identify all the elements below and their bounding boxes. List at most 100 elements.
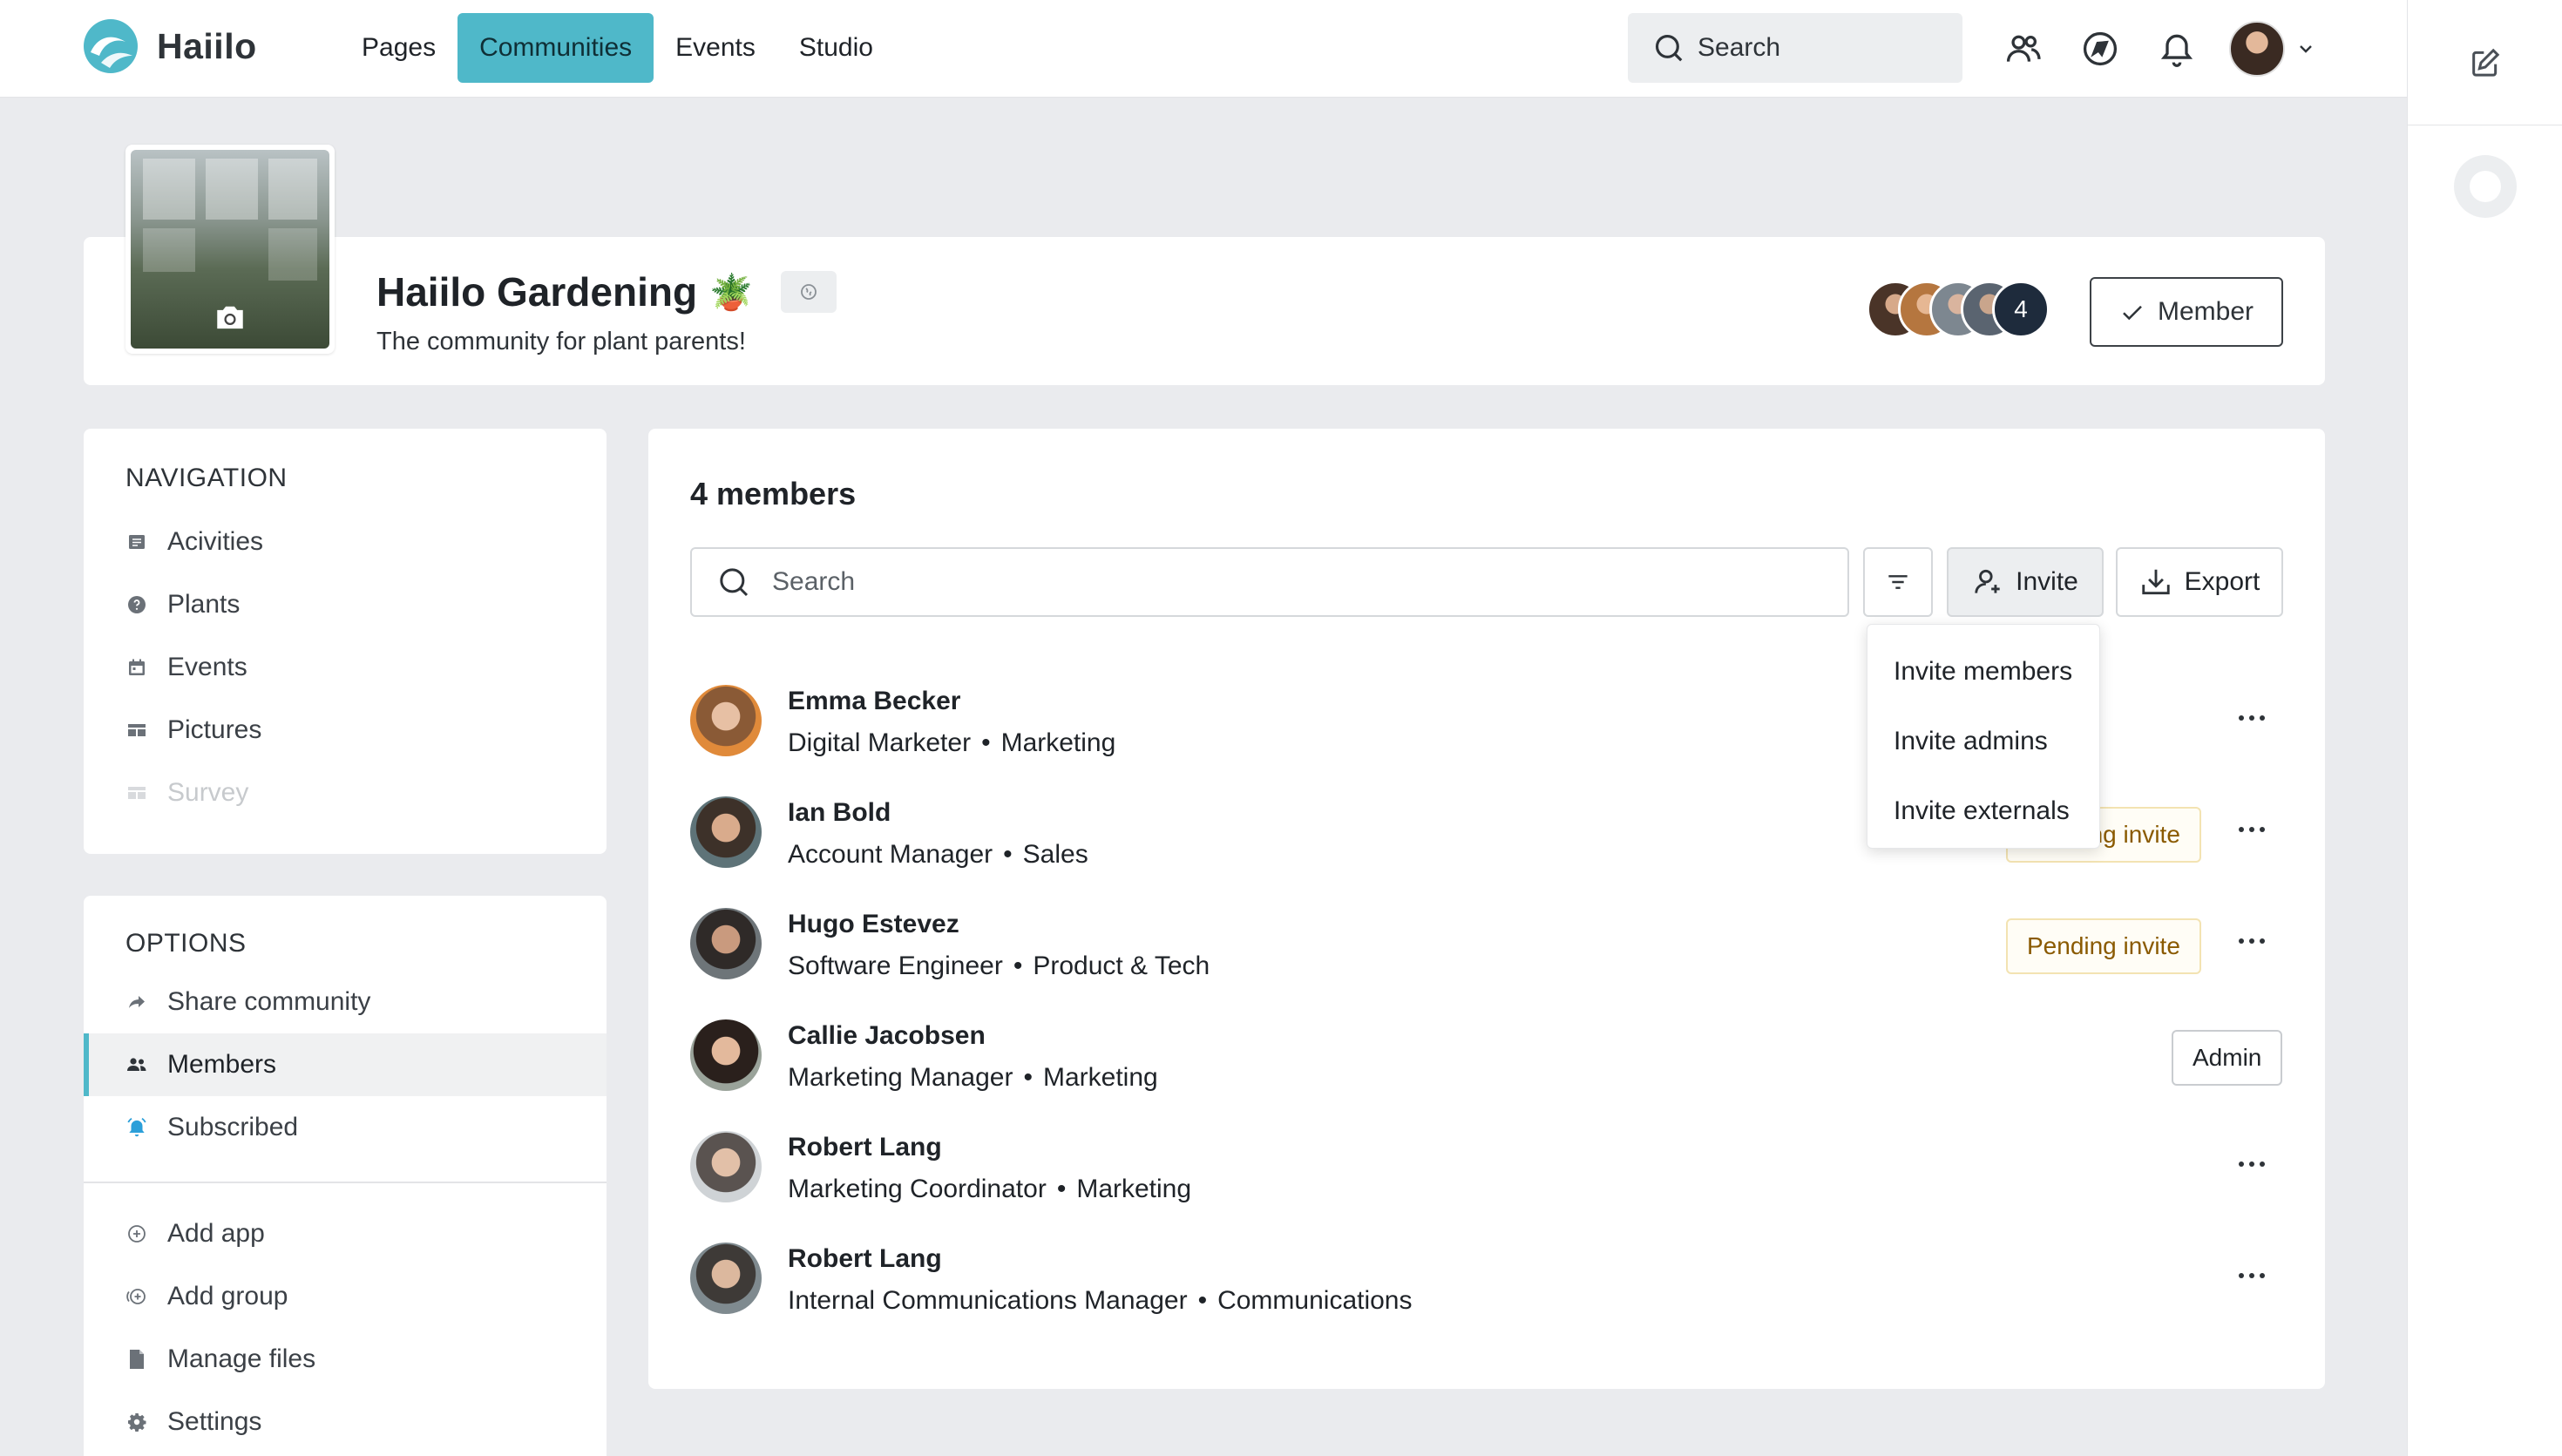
launchpad-icon[interactable]	[2079, 28, 2121, 70]
sidebar-item-subscribed[interactable]: Subscribed	[84, 1096, 607, 1159]
member-avatar	[690, 908, 762, 979]
user-avatar	[2229, 21, 2285, 77]
global-search[interactable]: Search	[1628, 13, 1962, 83]
sidebar-item-members[interactable]: Members	[84, 1033, 607, 1096]
sidebar-item-label: Add app	[167, 1219, 265, 1248]
member-role: Internal Communications Manager	[788, 1286, 1188, 1315]
member-name: Ian Bold	[788, 798, 891, 827]
sidebar-item-share-community[interactable]: Share community	[84, 971, 607, 1033]
more-options-icon[interactable]	[2227, 812, 2276, 847]
community-cover-image	[131, 150, 329, 349]
community-title-row: Haiilo Gardening 🪴	[376, 268, 837, 315]
member-role: Marketing Manager	[788, 1063, 1013, 1092]
camera-icon[interactable]	[213, 300, 247, 335]
sidebar-item-events[interactable]: Events	[84, 636, 607, 699]
member-name: Emma Becker	[788, 687, 961, 715]
bell-icon	[125, 1116, 148, 1139]
member-name: Hugo Estevez	[788, 910, 959, 938]
sidebar-item-label: Members	[167, 1050, 277, 1079]
options-heading: OPTIONS	[125, 929, 247, 958]
check-icon	[2123, 305, 2142, 321]
sidebar-item-label: Subscribed	[167, 1113, 299, 1141]
right-rail	[2407, 0, 2562, 1456]
gear-icon	[125, 1411, 148, 1433]
members-panel: 4 members Invite Export Emma Becker Digi…	[648, 429, 2325, 1389]
member-button-label: Member	[2157, 297, 2254, 326]
compose-icon[interactable]	[2468, 45, 2503, 80]
app-name: Haiilo	[157, 25, 257, 66]
sidebar-item-settings[interactable]: Settings	[84, 1391, 607, 1453]
member-avatar-stack[interactable]: 4	[1867, 281, 2050, 338]
pending-invite-badge: Pending invite	[2006, 918, 2201, 974]
file-icon	[125, 1348, 148, 1371]
member-department: Product & Tech	[1033, 951, 1210, 980]
member-row[interactable]: Robert Lang Internal Communications Mana…	[648, 1225, 2325, 1337]
community-title: Haiilo Gardening	[376, 269, 698, 315]
sidebar-item-add-app[interactable]: Add app	[84, 1202, 607, 1265]
calendar-icon	[125, 656, 148, 679]
invite-button[interactable]: Invite	[1947, 547, 2104, 617]
haiilo-logo[interactable]: Haiilo	[82, 17, 257, 75]
colleagues-icon[interactable]	[2003, 28, 2044, 70]
more-options-icon[interactable]	[2227, 924, 2276, 958]
nav-studio[interactable]: Studio	[777, 13, 895, 83]
compose-area	[2408, 0, 2562, 125]
notifications-bell-icon[interactable]	[2156, 28, 2198, 70]
sidebar-navigation: NAVIGATION Acivities Plants Events Pictu…	[84, 429, 607, 854]
community-cover[interactable]	[125, 145, 335, 354]
plant-emoji: 🪴	[709, 273, 753, 312]
sidebar-item-pictures[interactable]: Pictures	[84, 699, 607, 762]
more-options-icon[interactable]	[2227, 1147, 2276, 1182]
download-icon	[2141, 569, 2170, 595]
nav-communities[interactable]: Communities	[458, 13, 654, 83]
member-search-input[interactable]	[772, 567, 1818, 597]
sidebar-item-activities[interactable]: Acivities	[84, 511, 607, 573]
member-button[interactable]: Member	[2090, 277, 2283, 347]
question-circle-icon	[125, 593, 148, 616]
gallery-icon	[125, 782, 148, 804]
member-department: Marketing	[1076, 1175, 1192, 1203]
nav-events[interactable]: Events	[654, 13, 777, 83]
invite-members-option[interactable]: Invite members	[1867, 637, 2099, 707]
gallery-icon	[125, 719, 148, 742]
invite-admins-option[interactable]: Invite admins	[1867, 707, 2099, 776]
user-menu[interactable]	[2229, 21, 2316, 77]
member-meta: Marketing Manager • Marketing	[788, 1063, 1158, 1092]
sidebar-divider	[84, 1182, 607, 1183]
member-meta: Software Engineer • Product & Tech	[788, 951, 1210, 980]
top-actions	[2003, 21, 2316, 77]
more-options-icon[interactable]	[2227, 701, 2276, 735]
export-button[interactable]: Export	[2116, 547, 2283, 617]
member-row[interactable]: Hugo Estevez Software Engineer • Product &…	[648, 891, 2325, 1002]
member-role: Marketing Coordinator	[788, 1175, 1047, 1203]
add-group-icon	[125, 1285, 148, 1308]
nav-pages[interactable]: Pages	[340, 13, 458, 83]
chat-bubble-icon[interactable]	[2453, 155, 2517, 218]
member-department: Marketing	[1000, 728, 1116, 757]
member-search[interactable]	[690, 547, 1849, 617]
member-meta: Internal Communications Manager • Communic…	[788, 1286, 1413, 1315]
invite-button-label: Invite	[2016, 567, 2078, 596]
invite-externals-option[interactable]: Invite externals	[1867, 776, 2099, 846]
community-subtitle: The community for plant parents!	[376, 328, 746, 356]
member-name: Robert Lang	[788, 1133, 942, 1161]
sidebar-options: OPTIONS Share community Members Subscrib…	[84, 896, 607, 1456]
globe-icon	[800, 284, 817, 300]
member-row[interactable]: Callie Jacobsen Marketing Manager • Market…	[648, 1002, 2325, 1114]
filter-button[interactable]	[1863, 547, 1933, 617]
member-department: Sales	[1022, 840, 1088, 869]
sidebar-item-label: Add group	[167, 1282, 288, 1310]
sidebar-item-label: Settings	[167, 1407, 262, 1436]
sidebar-item-label: Manage files	[167, 1344, 316, 1373]
member-row[interactable]: Robert Lang Marketing Coordinator • Market…	[648, 1114, 2325, 1225]
members-icon	[125, 1053, 148, 1076]
sidebar-item-manage-files[interactable]: Manage files	[84, 1328, 607, 1391]
global-search-label: Search	[1698, 33, 1781, 62]
sidebar-item-plants[interactable]: Plants	[84, 573, 607, 636]
top-navbar: Haiilo Pages Communities Events Studio S…	[0, 0, 2407, 98]
more-options-icon[interactable]	[2227, 1258, 2276, 1293]
sidebar-item-label: Pictures	[167, 715, 262, 744]
list-icon	[125, 531, 148, 553]
add-user-icon	[1975, 569, 2000, 593]
sidebar-item-add-group[interactable]: Add group	[84, 1265, 607, 1328]
